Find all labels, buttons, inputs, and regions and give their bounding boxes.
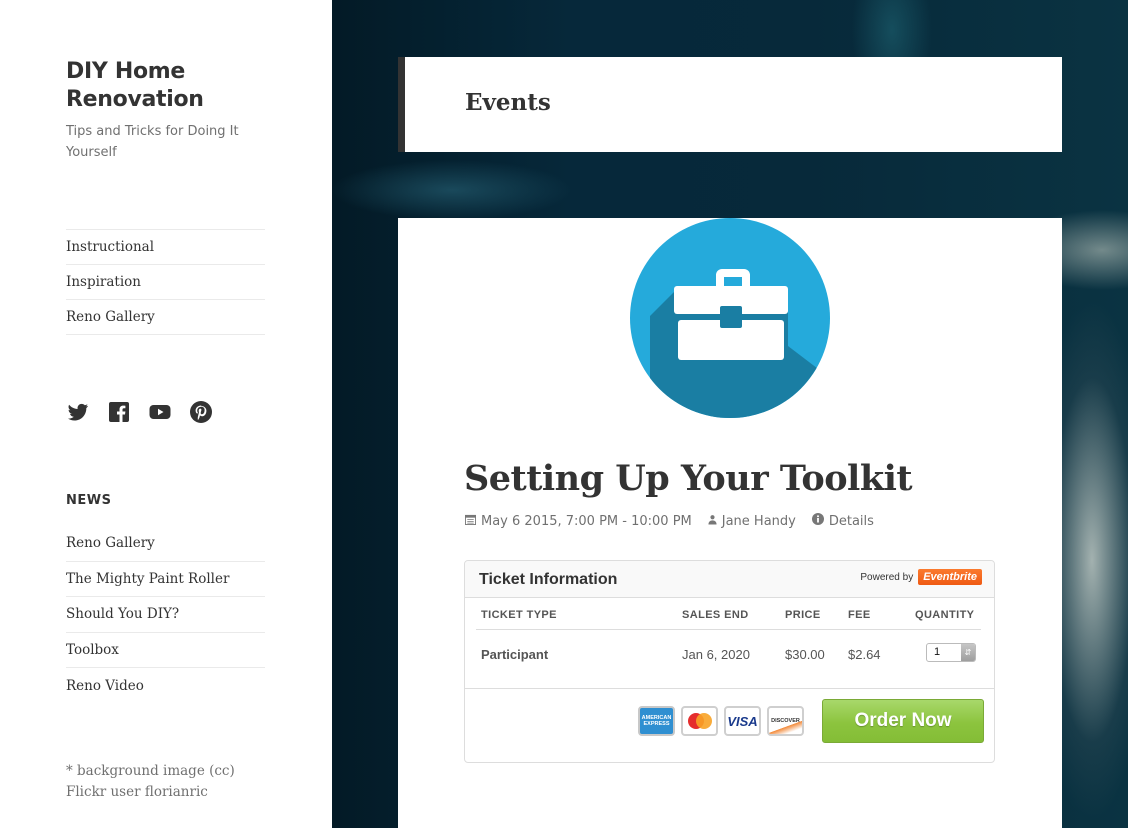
event-meta: May 6 2015, 7:00 PM - 10:00 PM Jane Hand… xyxy=(465,513,890,529)
twitter-icon[interactable] xyxy=(66,400,90,424)
site-description: Tips and Tricks for Doing It Yourself xyxy=(66,124,239,160)
discover-icon: DISCOVER xyxy=(767,706,804,736)
col-price: PRICE xyxy=(785,609,821,621)
mastercard-icon xyxy=(681,706,718,736)
social-links xyxy=(66,400,213,424)
menu-item-instructional[interactable]: Instructional xyxy=(66,230,265,265)
page-title: Events xyxy=(465,89,551,116)
menu-item-reno-gallery[interactable]: Reno Gallery xyxy=(66,300,265,335)
ticket-price: $30.00 xyxy=(785,647,825,662)
info-icon xyxy=(811,513,824,529)
ticket-widget-header: Ticket Information Powered by Eventbrite xyxy=(465,561,994,598)
main-menu: Instructional Inspiration Reno Gallery xyxy=(66,229,265,335)
amex-icon: AMERICAN EXPRESS xyxy=(638,706,675,736)
site-title[interactable]: DIY Home Renovation xyxy=(66,58,286,114)
youtube-icon[interactable] xyxy=(148,400,172,424)
news-item[interactable]: Toolbox xyxy=(66,633,265,668)
background-credit: * background image (cc) Flickr user flor… xyxy=(66,763,235,800)
calendar-icon xyxy=(465,514,476,529)
event-date-text: May 6 2015, 7:00 PM - 10:00 PM xyxy=(481,513,692,529)
ticket-table-header: TICKET TYPE SALES END PRICE FEE QUANTITY xyxy=(476,598,981,630)
news-item[interactable]: Reno Video xyxy=(66,668,265,704)
event-details-text: Details xyxy=(828,513,874,529)
event-card: Setting Up Your Toolkit May 6 2015, 7:00… xyxy=(398,218,1062,828)
col-quantity: QUANTITY xyxy=(915,609,975,621)
user-icon xyxy=(708,514,717,529)
ticket-type: Participant xyxy=(481,647,549,662)
powered-by-eventbrite[interactable]: Powered by Eventbrite xyxy=(860,569,982,585)
quantity-value: 1 xyxy=(934,646,941,658)
col-ticket-type: TICKET TYPE xyxy=(481,609,557,621)
col-fee: FEE xyxy=(848,609,871,621)
toolbox-icon xyxy=(630,218,830,418)
ticket-row: Participant Jan 6, 2020 $30.00 $2.64 1 ⇵ xyxy=(476,630,981,687)
event-organizer[interactable]: Jane Handy xyxy=(708,514,796,529)
news-item[interactable]: The Mighty Paint Roller xyxy=(66,562,265,597)
ticket-widget-title: Ticket Information xyxy=(479,571,618,588)
news-list: Reno Gallery The Mighty Paint Roller Sho… xyxy=(66,526,265,704)
ticket-sales-end: Jan 6, 2020 xyxy=(682,647,750,662)
quantity-select[interactable]: 1 ⇵ xyxy=(926,643,976,662)
news-widget-title: NEWS xyxy=(66,493,112,508)
ticket-widget-footer: AMERICAN EXPRESS VISA DISCOVER Order Now xyxy=(465,688,994,763)
col-sales-end: SALES END xyxy=(682,609,749,621)
news-item[interactable]: Should You DIY? xyxy=(66,597,265,633)
sidebar: DIY Home Renovation Tips and Tricks for … xyxy=(0,0,332,828)
ticket-fee: $2.64 xyxy=(848,647,881,662)
select-arrows-icon: ⇵ xyxy=(961,644,975,661)
ticket-widget: Ticket Information Powered by Eventbrite… xyxy=(464,560,995,763)
facebook-icon[interactable] xyxy=(107,400,131,424)
eventbrite-logo: Eventbrite xyxy=(918,569,982,585)
menu-item-inspiration[interactable]: Inspiration xyxy=(66,265,265,300)
pinterest-icon[interactable] xyxy=(189,400,213,424)
event-details-link[interactable]: Details xyxy=(811,513,874,529)
powered-by-text: Powered by xyxy=(860,571,914,583)
order-now-button[interactable]: Order Now xyxy=(822,699,984,743)
page-header: Events xyxy=(398,57,1062,152)
event-title: Setting Up Your Toolkit xyxy=(464,458,913,499)
event-organizer-text: Jane Handy xyxy=(721,513,796,529)
event-date: May 6 2015, 7:00 PM - 10:00 PM xyxy=(465,514,692,529)
ticket-table: TICKET TYPE SALES END PRICE FEE QUANTITY… xyxy=(476,598,981,687)
news-item[interactable]: Reno Gallery xyxy=(66,526,265,562)
visa-icon: VISA xyxy=(724,706,761,736)
payment-methods: AMERICAN EXPRESS VISA DISCOVER xyxy=(638,706,804,736)
